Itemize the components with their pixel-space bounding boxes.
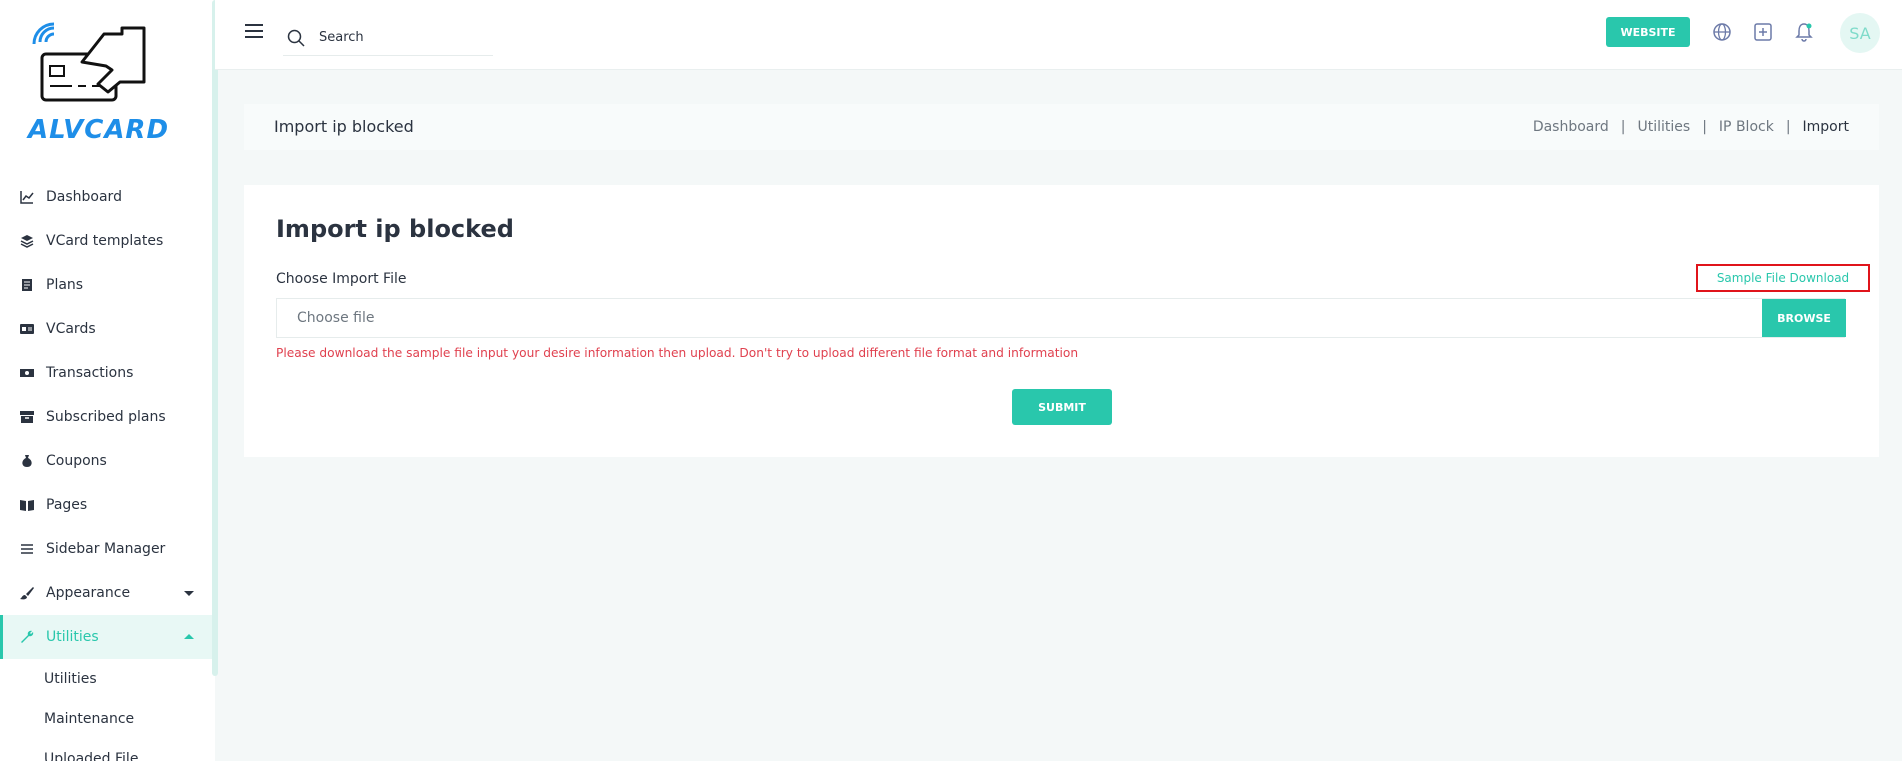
sidebar-item-label: Utilities: [46, 629, 99, 645]
sidebar-item-subscribed-plans[interactable]: Subscribed plans: [0, 395, 212, 439]
layers-icon: [20, 234, 34, 248]
breadcrumb-import: Import: [1802, 119, 1849, 135]
sidebar-nav: Dashboard VCard templates Plans VCards T…: [0, 175, 212, 761]
list-icon: [20, 542, 34, 556]
id-card-icon: [20, 322, 34, 336]
browse-button[interactable]: BROWSE: [1762, 299, 1846, 337]
sidebar-item-label: Pages: [46, 497, 88, 513]
sidebar-item-sidebar-manager[interactable]: Sidebar Manager: [0, 527, 212, 571]
sidebar-item-label: Subscribed plans: [46, 409, 166, 425]
breadcrumb-dashboard[interactable]: Dashboard: [1533, 119, 1609, 135]
sidebar-item-label: VCard templates: [46, 233, 164, 249]
page-title: Import ip blocked: [274, 117, 414, 136]
bell-icon[interactable]: [1794, 22, 1814, 42]
search-bar: [283, 20, 493, 56]
import-help-text: Please download the sample file input yo…: [276, 346, 1079, 360]
sidebar-item-vcard-templates[interactable]: VCard templates: [0, 219, 212, 263]
sidebar-item-label: Transactions: [46, 365, 134, 381]
sidebar-item-label: Plans: [46, 277, 84, 293]
chart-line-icon: [20, 190, 34, 204]
topbar: WEBSITE SA: [215, 0, 1902, 70]
globe-icon[interactable]: [1712, 22, 1732, 42]
breadcrumb-separator: |: [1620, 119, 1626, 135]
breadcrumb-ip-block[interactable]: IP Block: [1719, 119, 1774, 135]
sidebar-item-label: Coupons: [46, 453, 107, 469]
import-file-input[interactable]: Choose file: [276, 298, 1845, 338]
avatar[interactable]: SA: [1840, 13, 1880, 53]
website-button[interactable]: WEBSITE: [1606, 17, 1690, 47]
file-input-placeholder: Choose file: [297, 310, 375, 326]
import-file-label: Choose Import File: [276, 271, 407, 287]
page-header: Import ip blocked Dashboard | Utilities …: [244, 104, 1879, 150]
add-square-icon[interactable]: [1753, 22, 1773, 42]
archive-icon: [20, 410, 34, 424]
search-icon: [287, 29, 305, 47]
breadcrumb-separator: |: [1702, 119, 1707, 135]
chevron-down-icon: [184, 591, 194, 596]
sidebar-item-label: VCards: [46, 321, 96, 337]
sidebar-item-label: Appearance: [46, 585, 131, 601]
import-card: Import ip blocked Choose Import File Sam…: [244, 185, 1879, 457]
sidebar-item-coupons[interactable]: Coupons: [0, 439, 212, 483]
document-icon: [20, 278, 34, 292]
menu-toggle-icon[interactable]: [245, 24, 263, 40]
wrench-icon: [20, 630, 34, 644]
breadcrumb-separator: |: [1785, 119, 1791, 135]
breadcrumb: Dashboard | Utilities | IP Block | Impor…: [1533, 119, 1849, 135]
sidebar-scrollbar[interactable]: [212, 0, 218, 676]
sidebar-item-plans[interactable]: Plans: [0, 263, 212, 307]
sidebar-item-appearance[interactable]: Appearance: [0, 571, 212, 615]
sidebar-item-pages[interactable]: Pages: [0, 483, 212, 527]
brush-icon: [20, 586, 34, 600]
sidebar-item-transactions[interactable]: Transactions: [0, 351, 212, 395]
sidebar-item-utilities[interactable]: Utilities: [0, 615, 212, 659]
sidebar: ALVCARD Dashboard VCard templates Plans …: [0, 0, 215, 761]
sidebar-subitem-maintenance[interactable]: Maintenance: [0, 699, 212, 739]
chevron-up-icon: [184, 634, 194, 639]
sidebar-subitem-uploaded-file[interactable]: Uploaded File: [0, 739, 212, 761]
card-title: Import ip blocked: [276, 215, 514, 243]
sidebar-item-vcards[interactable]: VCards: [0, 307, 212, 351]
money-icon: [20, 366, 34, 380]
sidebar-item-dashboard[interactable]: Dashboard: [0, 175, 212, 219]
brand-name: ALVCARD: [28, 115, 170, 145]
sidebar-item-label: Sidebar Manager: [46, 541, 166, 557]
breadcrumb-utilities[interactable]: Utilities: [1638, 119, 1691, 135]
card-payment-icon: [32, 22, 146, 102]
book-icon: [20, 498, 34, 512]
brand-logo[interactable]: ALVCARD: [22, 22, 182, 145]
sidebar-item-label: Dashboard: [46, 189, 122, 205]
search-input[interactable]: [319, 30, 479, 45]
sidebar-subitem-utilities[interactable]: Utilities: [0, 659, 212, 699]
money-bag-icon: [20, 454, 34, 468]
submit-button[interactable]: SUBMIT: [1012, 389, 1112, 425]
sample-file-download-link[interactable]: Sample File Download: [1696, 264, 1870, 292]
